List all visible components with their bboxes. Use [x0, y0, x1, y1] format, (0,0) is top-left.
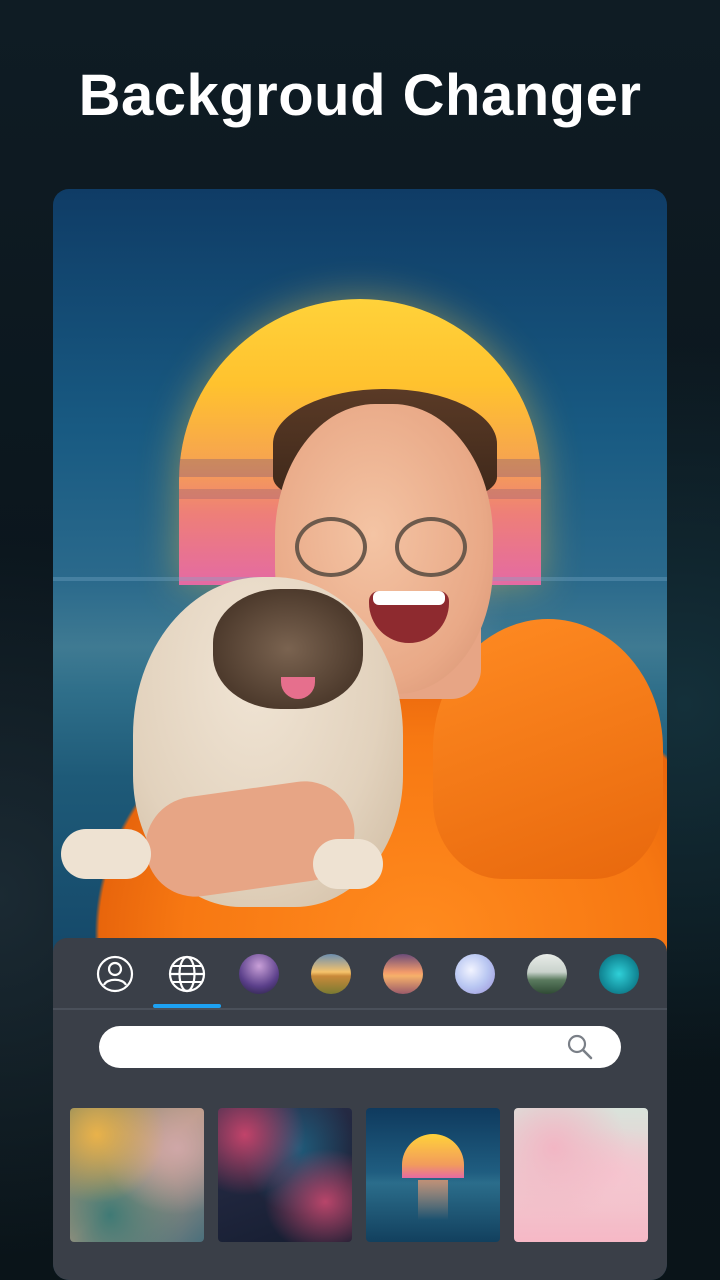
background-grid: [70, 1108, 650, 1242]
night-couple-thumb[interactable]: [239, 954, 279, 994]
background-thumb-marble[interactable]: [70, 1108, 204, 1242]
glasses-lens-left: [295, 517, 367, 577]
category-tabs: [53, 938, 667, 1008]
headline: Backgroud Changer: [78, 63, 642, 128]
background-thumb-sunset-ocean[interactable]: [366, 1108, 500, 1242]
search-bar[interactable]: [99, 1026, 621, 1068]
thumb-reflection: [418, 1180, 448, 1220]
crystal-pattern-thumb[interactable]: [455, 954, 495, 994]
misty-hills-thumb[interactable]: [527, 954, 567, 994]
glasses-lens-right: [395, 517, 467, 577]
thumb-sun: [402, 1134, 464, 1178]
photo-preview-card: [53, 189, 667, 1280]
search-icon[interactable]: [565, 1032, 595, 1062]
background-thumb-tropical[interactable]: [218, 1108, 352, 1242]
sunset-field-thumb[interactable]: [311, 954, 351, 994]
sunset-sea-thumb[interactable]: [383, 954, 423, 994]
tab-divider: [53, 1008, 667, 1010]
globe-icon[interactable]: [167, 954, 207, 994]
pug-paw: [61, 829, 151, 879]
background-picker-panel: [53, 938, 667, 1280]
person-icon[interactable]: [95, 954, 135, 994]
search-input[interactable]: [119, 1026, 559, 1068]
background-thumb-pink-clouds[interactable]: [514, 1108, 648, 1242]
person-teeth: [373, 591, 445, 605]
teal-sparkle-thumb[interactable]: [599, 954, 639, 994]
pug-paw: [313, 839, 383, 889]
